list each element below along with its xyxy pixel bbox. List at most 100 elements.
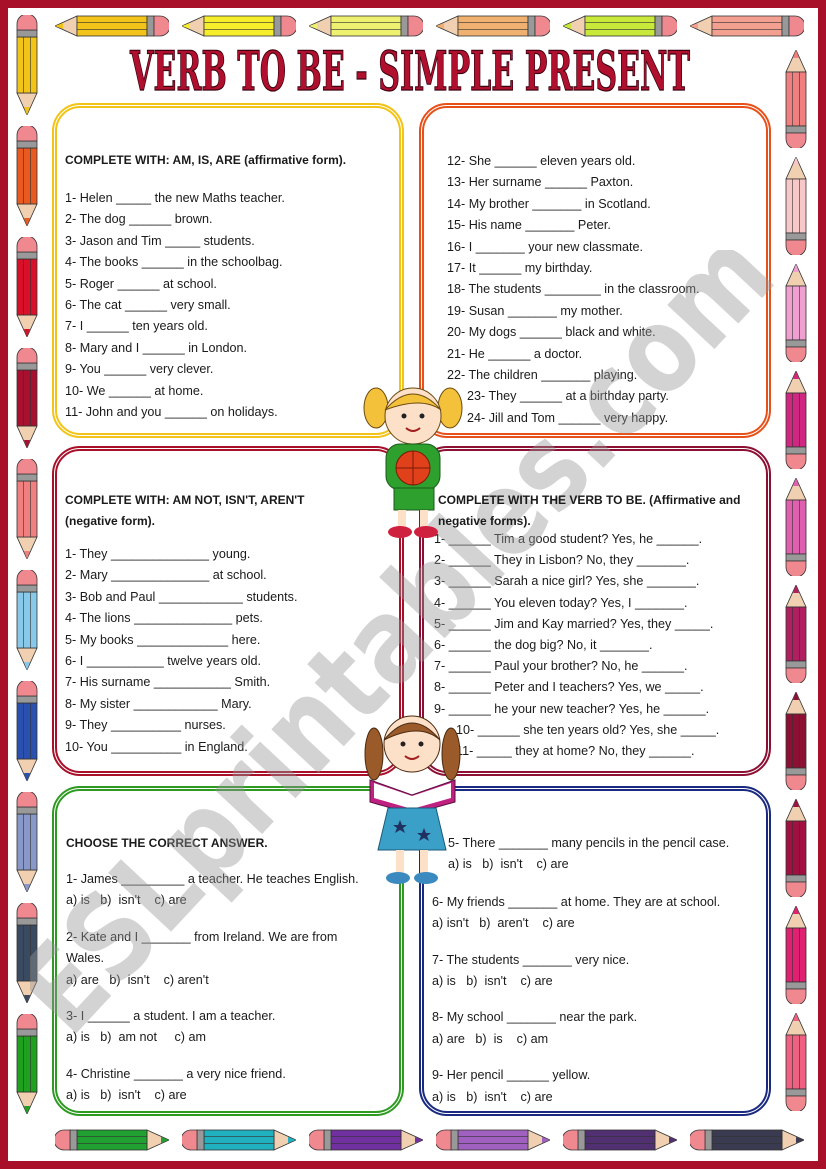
section-heading: COMPLETE WITH: AM NOT, ISN'T, AREN'T (ne… (65, 490, 304, 533)
pencil-icon (182, 1129, 296, 1151)
exercise-item: 16- I _______ your new classmate. (447, 239, 644, 254)
question-block: 1- James _________ a teacher. He teaches… (66, 869, 359, 912)
question-list: 1- James _________ a teacher. He teaches… (66, 869, 359, 1122)
exercise-item: 6- The cat ______ very small. (65, 298, 231, 313)
question-text: 3- I ______ a student. I am a teacher. (66, 1009, 276, 1024)
exercise-item: 3- Jason and Tim _____ students. (65, 233, 255, 248)
section-heading: COMPLETE WITH THE VERB TO BE. (Affirmati… (438, 490, 740, 533)
exercise-item: 17- It ______ my birthday. (447, 261, 593, 276)
answer-options: a) are b) isn't c) aren't (66, 972, 209, 987)
exercise-item: 3- Bob and Paul ____________ students. (65, 589, 298, 604)
question-block: 8- My school _______ near the park. a) ar… (432, 1007, 729, 1050)
answer-options: a) is b) isn't c) are (432, 974, 553, 989)
pencil-icon (785, 799, 807, 897)
exercise-item: 5- My books _____________ here. (65, 632, 261, 647)
exercise-item: 4- ______ You eleven today? Yes, I _____… (434, 595, 688, 610)
pencil-icon (785, 157, 807, 255)
exercise-item: 19- Susan _______ my mother. (447, 303, 623, 318)
exercise-item: 7- His surname ___________ Smith. (65, 675, 271, 690)
pencil-icon (16, 348, 38, 448)
question-text-continued: Wales. (66, 951, 105, 966)
exercise-item: 21- He ______ a doctor. (447, 346, 583, 361)
exercise-item: 4- The books ______ in the schoolbag. (65, 255, 283, 270)
pencil-icon (785, 264, 807, 362)
question-text: 6- My friends _______ at home. They are … (432, 894, 721, 909)
question-text: 2- Kate and I _______ from Ireland. We a… (66, 929, 338, 944)
pencil-icon (690, 15, 804, 37)
exercise-item: 7- ______ Paul your brother? No, he ____… (434, 659, 688, 674)
exercise-item: 6- I ___________ twelve years old. (65, 654, 262, 669)
exercise-item: 5- ______ Jim and Kay married? Yes, they… (434, 616, 714, 631)
exercise-item: 20- My dogs ______ black and white. (447, 325, 656, 340)
question-text: 8- My school _______ near the park. (432, 1010, 638, 1025)
exercise-item: 8- ______ Peter and I teachers? Yes, we … (434, 680, 704, 695)
question-text: 9- Her pencil ______ yellow. (432, 1068, 591, 1083)
exercise-item: 15- His name _______ Peter. (447, 218, 611, 233)
exercise-item: 3- ______ Sarah a nice girl? Yes, she __… (434, 574, 700, 589)
exercise-item: 11- John and you ______ on holidays. (65, 405, 278, 420)
pencil-icon (16, 903, 38, 1003)
exercise-item: 8- My sister ____________ Mary. (65, 696, 252, 711)
pencil-icon (16, 681, 38, 781)
heading-line: COMPLETE WITH: AM NOT, ISN'T, AREN'T (65, 493, 305, 507)
pencil-icon (785, 478, 807, 576)
question-text: 5- There _______ many pencils in the pen… (448, 836, 730, 850)
exercise-item: 1- They ______________ young. (65, 547, 251, 561)
pencil-icon (16, 792, 38, 892)
pencil-icon (16, 15, 38, 115)
answer-options: a) isn't b) aren't c) are (432, 916, 575, 931)
pencil-icon (16, 570, 38, 670)
pencil-icon (55, 15, 169, 37)
exercise-item: 11- _____ they at home? No, they ______. (456, 744, 695, 759)
exercise-item: 14- My brother _______ in Scotland. (447, 196, 651, 211)
pencil-icon (785, 585, 807, 683)
pencil-icon (785, 50, 807, 148)
exercise-item: 18- The students ________ in the classro… (447, 282, 700, 297)
heading-line: (negative form). (65, 514, 156, 529)
question-block: 3- I ______ a student. I am a teacher. a)… (66, 1006, 359, 1049)
exercise-item: 8- Mary and I ______ in London. (65, 340, 248, 355)
exercise-list: 12- She ______ eleven years old. 13- Her … (447, 151, 700, 429)
question-block: 7- The students _______ very nice. a) is … (432, 950, 729, 993)
exercise-item: 1- Helen _____ the new Maths teacher. (65, 191, 285, 205)
exercise-item: 24- Jill and Tom ______ very happy. (467, 410, 669, 425)
answer-options: a) is b) am not c) am (66, 1030, 206, 1045)
answer-options: a) is b) isn't c) are (66, 893, 187, 908)
question-block: 9- Her pencil ______ yellow. a) is b) isn… (432, 1065, 729, 1108)
exercise-item: 13- Her surname ______ Paxton. (447, 175, 634, 190)
section-heading: CHOOSE THE CORRECT ANSWER. (66, 836, 268, 850)
pencil-icon (182, 15, 296, 37)
section-heading: COMPLETE WITH: AM, IS, ARE (affirmative … (65, 153, 347, 167)
exercise-item: 9- ______ he your new teacher? Yes, he _… (434, 701, 710, 716)
heading-line: COMPLETE WITH THE VERB TO BE. (Affirmati… (438, 493, 741, 507)
pencil-icon (16, 237, 38, 337)
question-text: 7- The students _______ very nice. (432, 952, 630, 967)
pencil-icon (785, 371, 807, 469)
pencil-icon (309, 15, 423, 37)
page-title-graphic: VERB TO BE - SIMPLE PRESENT (129, 38, 691, 100)
pencil-icon (785, 1013, 807, 1111)
exercise-item: 9- You ______ very clever. (65, 362, 214, 377)
question-block: 6- My friends _______ at home. They are … (432, 892, 729, 935)
question-list: 5- There _______ many pencils in the pen… (432, 833, 729, 1123)
pencil-icon (563, 15, 677, 37)
question-block: 2- Kate and I _______ from Ireland. We a… (66, 927, 359, 991)
pencil-icon (785, 692, 807, 790)
exercise-item: 2- ______ They in Lisbon? No, they _____… (434, 553, 690, 568)
exercise-box-affirmative-continued: 12- She ______ eleven years old. 13- Her … (419, 103, 771, 438)
exercise-item: 5- Roger ______ at school. (65, 276, 217, 291)
exercise-item: 10- We ______ at home. (65, 383, 204, 398)
pencil-icon (436, 1129, 550, 1151)
exercise-item: 22- The children _______ playing. (447, 368, 638, 383)
pencil-icon (785, 906, 807, 1004)
answer-options: a) are b) is c) am (432, 1031, 549, 1046)
exercise-item: 6- ______ the dog big? No, it _______. (434, 638, 653, 653)
answer-options: a) is b) isn't c) are (432, 1089, 553, 1104)
exercise-item: 9- They __________ nurses. (65, 718, 226, 733)
exercise-list: 1- Helen _____ the new Maths teacher. 2- … (65, 188, 285, 423)
exercise-box-negative: COMPLETE WITH: AM NOT, ISN'T, AREN'T (ne… (52, 446, 404, 776)
question-block: 5- There _______ many pencils in the pen… (432, 833, 729, 876)
pencil-icon (563, 1129, 677, 1151)
page-title: VERB TO BE - SIMPLE PRESENT (129, 39, 690, 100)
exercise-box-multiple-choice: CHOOSE THE CORRECT ANSWER. 1- James ____… (52, 786, 404, 1116)
